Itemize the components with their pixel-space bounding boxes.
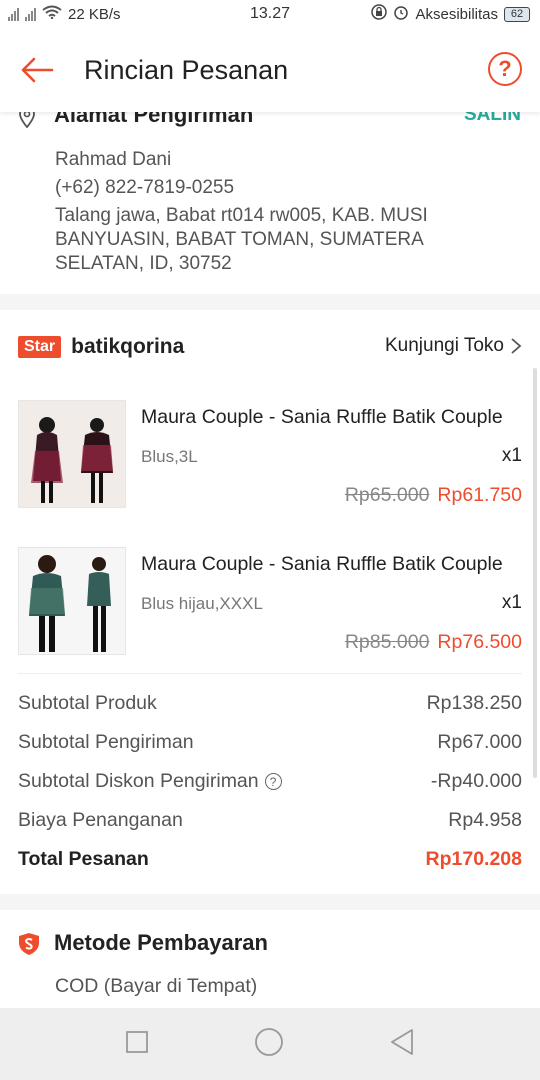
summary-value: Rp138.250: [426, 692, 522, 714]
divider: [18, 673, 522, 674]
shop-name[interactable]: batikqorina: [71, 335, 184, 359]
payment-title: Metode Pembayaran: [54, 930, 268, 955]
question-circle-icon[interactable]: ?: [264, 773, 282, 790]
summary-row: Subtotal Pengiriman Rp67.000: [18, 731, 522, 770]
total-label: Total Pesanan: [18, 848, 149, 870]
product-image: [18, 400, 126, 508]
net-speed: 22 KB/s: [68, 5, 121, 23]
address-title: Alamat Pengiriman: [54, 112, 254, 127]
page-title: Rincian Pesanan: [84, 54, 289, 85]
home-circle-icon[interactable]: [254, 1027, 284, 1062]
discounted-price: Rp76.500: [437, 631, 522, 653]
order-item[interactable]: Maura Couple - Sania Ruffle Batik Couple…: [18, 547, 522, 657]
summary-label: Subtotal Pengiriman: [18, 731, 194, 753]
status-bar: 22 KB/s 13.27 Aksesibilitas 62: [0, 0, 540, 28]
accessibility-label: Aksesibilitas: [415, 5, 498, 23]
discounted-price: Rp61.750: [437, 484, 522, 506]
summary-label: Biaya Penanganan: [18, 809, 183, 831]
scrollbar[interactable]: [533, 368, 537, 778]
order-shop-card: Star batikqorina Kunjungi Toko Maura Cou…: [0, 310, 540, 894]
back-button[interactable]: [0, 28, 74, 112]
wifi-icon: [42, 5, 62, 23]
product-variant: Blus hijau,XXXL: [141, 594, 263, 613]
original-price: Rp65.000: [344, 484, 430, 506]
order-total-row: Total Pesanan Rp170.208: [18, 848, 522, 887]
recipient-name: Rahmad Dani: [55, 149, 172, 170]
product-quantity: x1: [501, 445, 522, 466]
back-triangle-icon[interactable]: [389, 1028, 415, 1061]
order-summary: Subtotal Produk Rp138.250 Subtotal Pengi…: [18, 692, 522, 887]
summary-value: Rp67.000: [437, 731, 522, 753]
summary-value: -Rp40.000: [430, 770, 522, 792]
signal-icon: [8, 7, 19, 21]
help-icon: ?: [498, 56, 512, 81]
summary-label: Subtotal Produk: [18, 692, 157, 714]
lock-icon: [371, 4, 388, 24]
battery-icon: 62: [504, 6, 530, 22]
summary-row: Biaya Penanganan Rp4.958: [18, 809, 522, 848]
summary-label: Subtotal Diskon Pengiriman: [18, 770, 259, 792]
summary-row: Subtotal Produk Rp138.250: [18, 692, 522, 731]
shipping-address-section: Alamat Pengiriman SALIN Rahmad Dani (+62…: [0, 112, 540, 294]
visit-shop-label: Kunjungi Toko: [384, 335, 504, 356]
app-bar: Rincian Pesanan ?: [0, 28, 540, 112]
recents-square-icon[interactable]: [125, 1030, 149, 1059]
visit-shop-button[interactable]: Kunjungi Toko: [385, 335, 522, 357]
back-arrow-icon: [21, 57, 54, 83]
location-pin-icon: [18, 112, 36, 128]
chevron-right-icon: [511, 338, 522, 354]
total-value: Rp170.208: [425, 848, 522, 870]
order-item[interactable]: Maura Couple - Sania Ruffle Batik Couple…: [18, 400, 522, 510]
address-header: Alamat Pengiriman SALIN: [0, 112, 540, 128]
recipient-address: Talang jawa, Babat rt014 rw005, KAB. MUS…: [55, 205, 428, 274]
system-nav-bar: [0, 1008, 540, 1080]
product-name: Maura Couple - Sania Ruffle Batik Couple: [141, 553, 503, 575]
copy-address-button[interactable]: SALIN: [464, 112, 521, 126]
signal-icon-2: [25, 7, 36, 21]
product-variant: Blus,3L: [141, 447, 198, 466]
product-quantity: x1: [501, 592, 522, 613]
product-name: Maura Couple - Sania Ruffle Batik Couple: [141, 406, 503, 428]
help-button[interactable]: ?: [488, 52, 522, 86]
product-image: [18, 547, 126, 655]
alarm-icon: [393, 4, 409, 24]
star-seller-badge: Star: [18, 336, 62, 358]
payment-method: COD (Bayar di Tempat): [55, 975, 258, 997]
original-price: Rp85.000: [344, 631, 430, 653]
shop-header: Star batikqorina Kunjungi Toko: [18, 332, 522, 362]
payment-method-section: Metode Pembayaran COD (Bayar di Tempat): [0, 910, 540, 1010]
summary-value: Rp4.958: [448, 809, 522, 831]
summary-label-with-info: Subtotal Diskon Pengiriman ?: [18, 770, 282, 793]
recipient-phone: (+62) 822-7819-0255: [55, 177, 235, 198]
summary-row: Subtotal Diskon Pengiriman ? -Rp40.000: [18, 770, 522, 809]
payment-shield-icon: [18, 932, 40, 961]
